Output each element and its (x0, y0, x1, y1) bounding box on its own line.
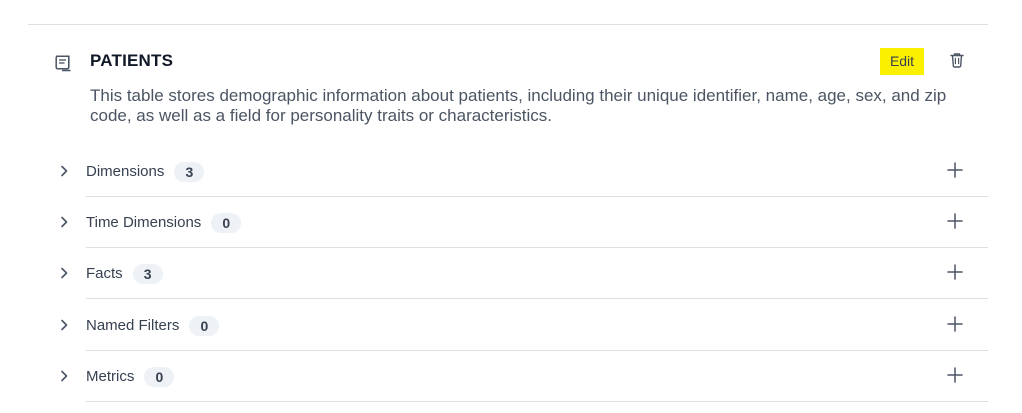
chevron-right-icon[interactable] (53, 314, 75, 336)
section-time-dimensions[interactable]: Time Dimensions 0 (86, 213, 242, 233)
chevron-right-icon[interactable] (53, 262, 75, 284)
plus-icon (946, 212, 964, 233)
add-named-filter-button[interactable] (944, 314, 966, 336)
page-title: PATIENTS (90, 51, 174, 70)
row-divider (86, 350, 988, 351)
section-row-metrics: Metrics 0 (44, 352, 988, 402)
section-label: Facts (86, 264, 123, 282)
table-description: This table stores demographic informatio… (90, 86, 947, 125)
plus-icon (946, 315, 964, 336)
chevron-right-icon[interactable] (53, 365, 75, 387)
section-named-filters[interactable]: Named Filters 0 (86, 316, 220, 336)
section-metrics[interactable]: Metrics 0 (86, 367, 175, 387)
section-row-facts: Facts 3 (44, 249, 988, 299)
chevron-right-icon[interactable] (53, 160, 75, 182)
trash-icon (948, 51, 966, 72)
count-badge: 0 (211, 213, 242, 233)
count-badge: 3 (174, 162, 205, 182)
edit-button[interactable]: Edit (880, 48, 924, 75)
chevron-right-icon[interactable] (53, 211, 75, 233)
top-divider (28, 24, 988, 25)
section-row-named-filters: Named Filters 0 (44, 301, 988, 351)
delete-button[interactable] (946, 50, 968, 72)
table-details-panel: PATIENTS Edit This table stores demograp… (0, 0, 1022, 413)
plus-icon (946, 263, 964, 284)
section-row-time-dimensions: Time Dimensions 0 (44, 198, 988, 248)
section-row-dimensions: Dimensions 3 (44, 147, 988, 197)
row-divider (86, 247, 988, 248)
section-label: Dimensions (86, 162, 165, 180)
count-badge: 3 (132, 264, 163, 284)
add-metric-button[interactable] (944, 365, 966, 387)
row-divider (86, 401, 988, 402)
row-divider (86, 298, 988, 299)
section-label: Time Dimensions (86, 213, 202, 231)
count-badge: 0 (144, 367, 175, 387)
add-fact-button[interactable] (944, 262, 966, 284)
add-dimension-button[interactable] (944, 160, 966, 182)
row-divider (86, 196, 988, 197)
count-badge: 0 (189, 316, 220, 336)
plus-icon (946, 161, 964, 182)
add-time-dimension-button[interactable] (944, 211, 966, 233)
section-label: Metrics (86, 367, 135, 385)
plus-icon (946, 366, 964, 387)
table-icon (53, 53, 73, 73)
section-label: Named Filters (86, 316, 180, 334)
section-dimensions[interactable]: Dimensions 3 (86, 162, 205, 182)
section-facts[interactable]: Facts 3 (86, 264, 163, 284)
